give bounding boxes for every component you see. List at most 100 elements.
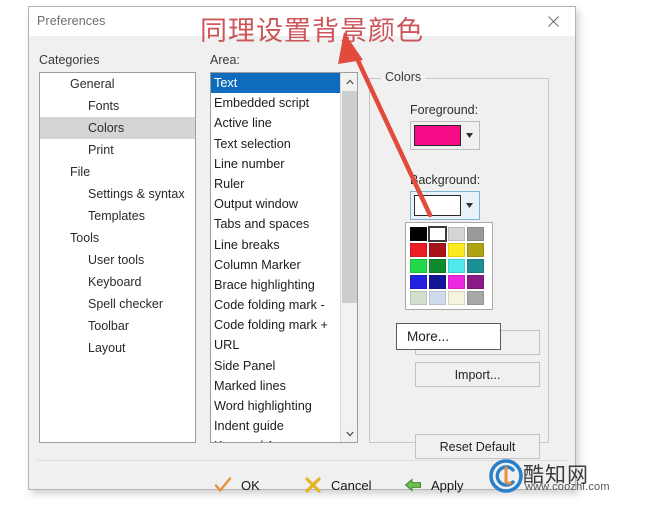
category-item-general[interactable]: General (40, 73, 195, 95)
category-item-fonts[interactable]: Fonts (40, 95, 195, 117)
more-colors-menu-item[interactable]: More... (396, 323, 501, 350)
foreground-color-swatch[interactable] (414, 125, 461, 146)
category-item-file[interactable]: File (40, 161, 195, 183)
watermark-url: www.coozhi.com (525, 481, 610, 493)
palette-cell-0-3[interactable] (467, 227, 484, 241)
palette-cell-2-1[interactable] (429, 259, 446, 273)
area-item-column-marker[interactable]: Column Marker (211, 255, 340, 275)
palette-cell-0-1[interactable] (428, 226, 447, 242)
area-item-ruler[interactable]: Ruler (211, 174, 340, 194)
coozhi-logo-icon (489, 459, 523, 493)
palette-cell-4-1[interactable] (429, 291, 446, 305)
palette-cell-1-2[interactable] (448, 243, 465, 257)
palette-cell-3-2[interactable] (448, 275, 465, 289)
category-item-layout[interactable]: Layout (40, 337, 195, 359)
apply-button[interactable]: Apply (404, 473, 464, 497)
area-item-embedded-script[interactable]: Embedded script (211, 93, 340, 113)
category-item-user-tools[interactable]: User tools (40, 249, 195, 271)
cross-icon-glyph (305, 477, 321, 493)
chevron-down-icon-glyph (466, 203, 473, 208)
chevron-down-icon-glyph (466, 133, 473, 138)
palette-cell-2-0[interactable] (410, 259, 427, 273)
separator (37, 460, 567, 461)
palette-cell-3-1[interactable] (429, 275, 446, 289)
ok-button[interactable]: OK (214, 473, 260, 497)
area-item-code-folding-minus[interactable]: Code folding mark - (211, 295, 340, 315)
category-item-print[interactable]: Print (40, 139, 195, 161)
close-icon[interactable] (531, 7, 575, 36)
watermark: 酷知网 www.coozhi.com (489, 459, 646, 507)
chevron-down-icon[interactable] (463, 125, 476, 146)
area-item-line-breaks[interactable]: Line breaks (211, 235, 340, 255)
chevron-up-icon[interactable] (341, 73, 357, 90)
area-list-items[interactable]: Text Embedded script Active line Text se… (211, 73, 340, 442)
palette-cell-3-0[interactable] (410, 275, 427, 289)
scrollbar-thumb[interactable] (342, 91, 357, 303)
area-item-text[interactable]: Text (211, 73, 340, 94)
palette-row (409, 274, 489, 290)
check-icon-glyph (214, 477, 232, 492)
category-item-toolbar[interactable]: Toolbar (40, 315, 195, 337)
apply-button-label: Apply (431, 477, 464, 493)
foreground-color-picker[interactable] (410, 121, 480, 150)
area-item-word-highlighting[interactable]: Word highlighting (211, 396, 340, 416)
palette-cell-4-3[interactable] (467, 291, 484, 305)
area-item-side-panel[interactable]: Side Panel (211, 356, 340, 376)
chevron-down-icon[interactable] (341, 425, 357, 442)
palette-cell-2-3[interactable] (467, 259, 484, 273)
cancel-button[interactable]: Cancel (304, 473, 371, 497)
palette-cell-4-0[interactable] (410, 291, 427, 305)
palette-cell-1-0[interactable] (410, 243, 427, 257)
area-item-tabs-and-spaces[interactable]: Tabs and spaces (211, 214, 340, 234)
chevron-down-icon[interactable] (463, 195, 476, 216)
cancel-button-label: Cancel (331, 477, 372, 493)
annotation-text: 同理设置背景颜色 (200, 16, 424, 47)
area-scrollbar[interactable] (340, 73, 357, 442)
category-item-keyboard[interactable]: Keyboard (40, 271, 195, 293)
palette-row (409, 242, 489, 258)
left-arrow-icon-glyph (404, 478, 421, 492)
category-item-settings-syntax[interactable]: Settings & syntax (40, 183, 195, 205)
categories-tree[interactable]: General Fonts Colors Print File Settings… (39, 72, 196, 443)
colors-legend: Colors (381, 70, 426, 84)
category-item-tools[interactable]: Tools (40, 227, 195, 249)
check-icon (214, 476, 232, 494)
area-item-brace-highlighting[interactable]: Brace highlighting (211, 275, 340, 295)
area-item-keyword-1[interactable]: Keyword 1 (211, 436, 340, 442)
window-title: Preferences (37, 14, 106, 28)
background-label: Background: (410, 173, 481, 187)
chevron-up-icon-glyph (345, 78, 354, 84)
area-listbox[interactable]: Text Embedded script Active line Text se… (210, 72, 358, 443)
area-item-marked-lines[interactable]: Marked lines (211, 376, 340, 396)
area-item-text-selection[interactable]: Text selection (211, 134, 340, 154)
category-item-spell-checker[interactable]: Spell checker (40, 293, 195, 315)
background-color-picker[interactable] (410, 191, 480, 220)
palette-cell-1-3[interactable] (467, 243, 484, 257)
background-color-swatch[interactable] (414, 195, 461, 216)
category-item-templates[interactable]: Templates (40, 205, 195, 227)
category-item-colors[interactable]: Colors (40, 117, 195, 139)
chevron-down-icon-glyph (345, 431, 354, 437)
palette-row (409, 258, 489, 274)
area-item-indent-guide[interactable]: Indent guide (211, 416, 340, 436)
area-item-active-line[interactable]: Active line (211, 113, 340, 133)
import-button[interactable]: Import... (415, 362, 540, 387)
palette-row (409, 290, 489, 306)
reset-default-button[interactable]: Reset Default (415, 434, 540, 459)
foreground-label: Foreground: (410, 103, 479, 117)
palette-cell-1-1[interactable] (429, 243, 446, 257)
area-item-url[interactable]: URL (211, 335, 340, 355)
ok-button-label: OK (241, 477, 260, 493)
area-item-output-window[interactable]: Output window (211, 194, 340, 214)
palette-row (409, 226, 489, 242)
palette-cell-0-2[interactable] (448, 227, 465, 241)
palette-cell-3-3[interactable] (467, 275, 484, 289)
palette-cell-0-0[interactable] (410, 227, 427, 241)
color-palette-dropdown[interactable] (405, 222, 493, 310)
area-item-code-folding-plus[interactable]: Code folding mark + (211, 315, 340, 335)
palette-cell-2-2[interactable] (448, 259, 465, 273)
palette-cell-4-2[interactable] (448, 291, 465, 305)
area-item-line-number[interactable]: Line number (211, 154, 340, 174)
area-label: Area: (210, 53, 240, 67)
dialog-body: Categories General Fonts Colors Print Fi… (29, 36, 575, 493)
